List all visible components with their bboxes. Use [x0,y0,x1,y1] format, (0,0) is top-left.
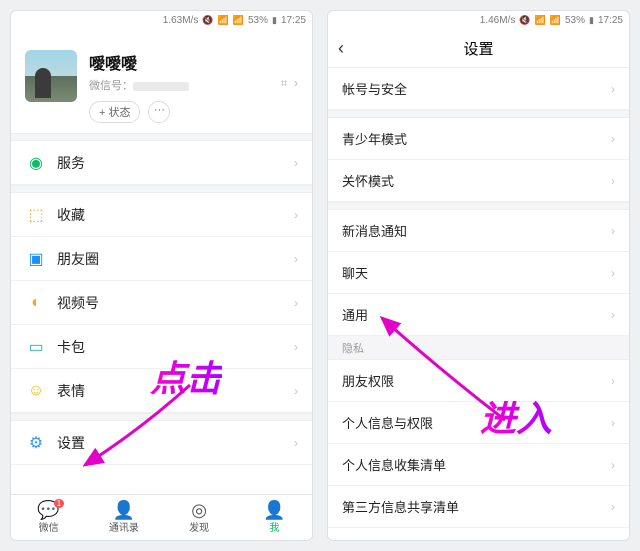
tab-bar: 💬 1 微信 👤 通讯录 ◎ 发现 👤 我 [11,494,312,540]
row-personal-collect-list[interactable]: 个人信息收集清单› [328,444,629,486]
row-label: 帐号与安全 [342,79,407,98]
wifi-icon: 📶 [218,15,229,26]
chevron-right-icon: › [294,436,298,450]
row-label: 通用 [342,305,368,324]
page-title: 设置 [463,38,493,59]
status-bar: 1.63M/s 🔇 📶 📶 53% ▮ 17:25 [11,11,312,30]
net-speed: 1.63M/s [163,15,199,26]
row-settings[interactable]: ⚙ 设置 › [11,421,312,465]
battery-icon: ▮ [272,15,277,26]
row-general[interactable]: 通用› [328,294,629,336]
title-bar: ‹ 设置 [328,30,629,68]
profile-block[interactable]: 噯噯噯 微信号： + 状态 ··· ⌗ › [11,30,312,133]
row-label: 朋友权限 [342,371,394,390]
row-label: 服务 [57,153,85,173]
battery-icon: ▮ [589,15,594,26]
chevron-right-icon: › [294,156,298,170]
row-label: 第三方信息共享清单 [342,497,459,516]
row-cards[interactable]: ▭ 卡包 › [11,325,312,369]
net-speed: 1.46M/s [480,15,516,26]
phone-me-screen: 1.63M/s 🔇 📶 📶 53% ▮ 17:25 噯噯噯 微信号： + 状态 … [10,10,313,541]
row-moments[interactable]: ▣ 朋友圈 › [11,237,312,281]
chevron-right-icon: › [294,252,298,266]
mute-icon: 🔇 [519,15,530,26]
row-notifications[interactable]: 新消息通知› [328,210,629,252]
row-thirdparty-share-list[interactable]: 第三方信息共享清单› [328,486,629,528]
cube-icon: ⬚ [25,205,47,225]
play-icon: ◐ [25,294,47,312]
row-label: 青少年模式 [342,129,407,148]
chevron-right-icon: › [294,340,298,354]
image-icon: ▣ [25,249,47,269]
signal-icon: 📶 [550,15,561,26]
chevron-right-icon: › [294,384,298,398]
chevron-right-icon: › [294,296,298,310]
compass-icon: ◎ [191,501,207,519]
clock: 17:25 [598,15,623,26]
signal-icon: 📶 [233,15,244,26]
profile-name: 噯噯噯 [89,50,189,74]
row-label: 个人信息收集清单 [342,455,446,474]
row-personal-permission[interactable]: 个人信息与权限› [328,402,629,444]
section-privacy: 隐私 [328,336,629,360]
battery-pct: 53% [565,15,585,26]
tab-label: 我 [269,519,279,534]
chat-badge: 1 [54,499,64,508]
status-bar: 1.46M/s 🔇 📶 📶 53% ▮ 17:25 [328,11,629,30]
tab-chat[interactable]: 💬 1 微信 [11,495,86,540]
row-label: 朋友圈 [57,249,99,269]
battery-pct: 53% [248,15,268,26]
contacts-icon: 👤 [113,501,135,519]
mute-icon: 🔇 [202,15,213,26]
chevron-right-icon: › [294,208,298,222]
gear-icon: ⚙ [25,433,47,453]
tab-me[interactable]: 👤 我 [237,495,312,540]
row-channels[interactable]: ◐ 视频号 › [11,281,312,325]
row-teen-mode[interactable]: 青少年模式› [328,118,629,160]
services-icon: ◉ [25,153,47,173]
add-status-button[interactable]: + 状态 [89,101,140,123]
row-label: 个人信息与权限 [342,413,433,432]
row-care-mode[interactable]: 关怀模式› [328,160,629,202]
row-stickers[interactable]: ☺ 表情 › [11,369,312,413]
avatar[interactable] [25,50,77,102]
tab-label: 发现 [189,519,209,534]
row-label: 新消息通知 [342,221,407,240]
row-services[interactable]: ◉ 服务 › [11,141,312,185]
more-button[interactable]: ··· [148,101,170,123]
qr-icon[interactable]: ⌗ › [281,50,298,91]
tab-contacts[interactable]: 👤 通讯录 [86,495,161,540]
row-friends-permission[interactable]: 朋友权限› [328,360,629,402]
wechat-id: 微信号： [89,77,189,93]
row-chat-settings[interactable]: 聊天› [328,252,629,294]
tab-label: 通讯录 [109,519,139,534]
row-label: 关怀模式 [342,171,394,190]
clock: 17:25 [281,15,306,26]
row-account-security[interactable]: 帐号与安全› [328,68,629,110]
back-button[interactable]: ‹ [338,38,344,59]
row-label: 卡包 [57,337,85,357]
smile-icon: ☺ [25,382,47,400]
row-label: 收藏 [57,205,85,225]
tab-discover[interactable]: ◎ 发现 [162,495,237,540]
wallet-icon: ▭ [25,337,47,357]
row-favorites[interactable]: ⬚ 收藏 › [11,193,312,237]
row-label: 聊天 [342,263,368,282]
phone-settings-screen: 1.46M/s 🔇 📶 📶 53% ▮ 17:25 ‹ 设置 帐号与安全› 青少… [327,10,630,541]
row-label: 表情 [57,381,85,401]
wifi-icon: 📶 [535,15,546,26]
tab-label: 微信 [39,519,59,534]
row-label: 设置 [57,433,85,453]
person-icon: 👤 [263,501,285,519]
row-label: 视频号 [57,293,99,313]
